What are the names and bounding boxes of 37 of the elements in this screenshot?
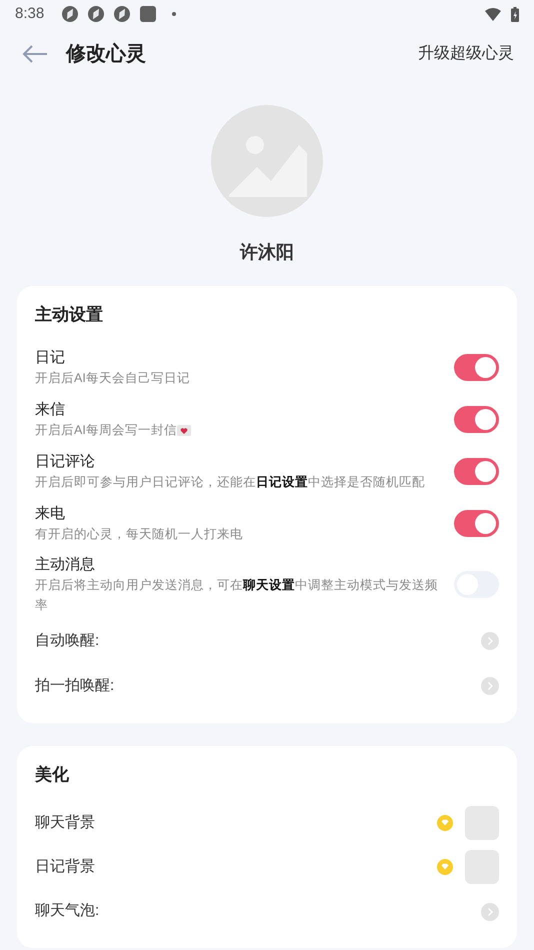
section-title: 主动设置 [35, 304, 104, 326]
chevron-right-icon[interactable] [481, 902, 499, 920]
setting-label: 日记背景 [35, 856, 96, 877]
upgrade-link[interactable]: 升级超级心灵 [418, 42, 514, 66]
chevron-right-icon[interactable] [481, 632, 499, 650]
setting-label: 主动消息 [35, 554, 96, 574]
premium-gem-icon [437, 859, 453, 875]
setting-description: 开启后将主动向用户发送消息，可在聊天设置中调整主动模式与发送频率 [35, 576, 439, 614]
toggle-switch[interactable] [454, 458, 499, 485]
toggle-switch[interactable] [454, 510, 499, 537]
status-time: 8:38 [15, 4, 44, 24]
setting-description: 开启后即可参与用户日记评论，还能在日记设置中选择是否随机匹配 [35, 474, 425, 491]
setting-description: 开启后AI每天会自己写日记 [35, 370, 190, 387]
toggle-switch[interactable] [454, 354, 499, 381]
setting-description: 开启后AI每周会写一封信 [35, 422, 177, 439]
setting-label: 聊天气泡: [35, 901, 100, 922]
profile-name: 许沐阳 [240, 241, 294, 264]
setting-label: 聊天背景 [35, 812, 96, 833]
app-notification-icon [88, 6, 104, 22]
setting-label: 来信 [35, 400, 66, 420]
toggle-switch[interactable] [454, 406, 499, 433]
setting-label: 自动唤醒: [35, 630, 100, 651]
setting-label: 拍一拍唤醒: [35, 676, 116, 696]
app-notification-icon [62, 6, 78, 22]
wifi-icon [485, 8, 501, 20]
battery-icon [511, 6, 519, 22]
setting-label: 来电 [35, 504, 66, 524]
square-notification-icon [140, 6, 156, 22]
back-icon[interactable] [22, 45, 48, 63]
setting-label: 日记 [35, 348, 66, 368]
chevron-right-icon[interactable] [481, 677, 499, 695]
setting-label: 日记评论 [35, 452, 96, 472]
premium-gem-icon [437, 815, 453, 831]
app-notification-icon [114, 6, 130, 22]
page-title: 修改心灵 [66, 42, 146, 67]
section-title: 美化 [35, 764, 70, 786]
setting-description: 有开启的心灵，每天随机一人打来电 [35, 526, 243, 543]
